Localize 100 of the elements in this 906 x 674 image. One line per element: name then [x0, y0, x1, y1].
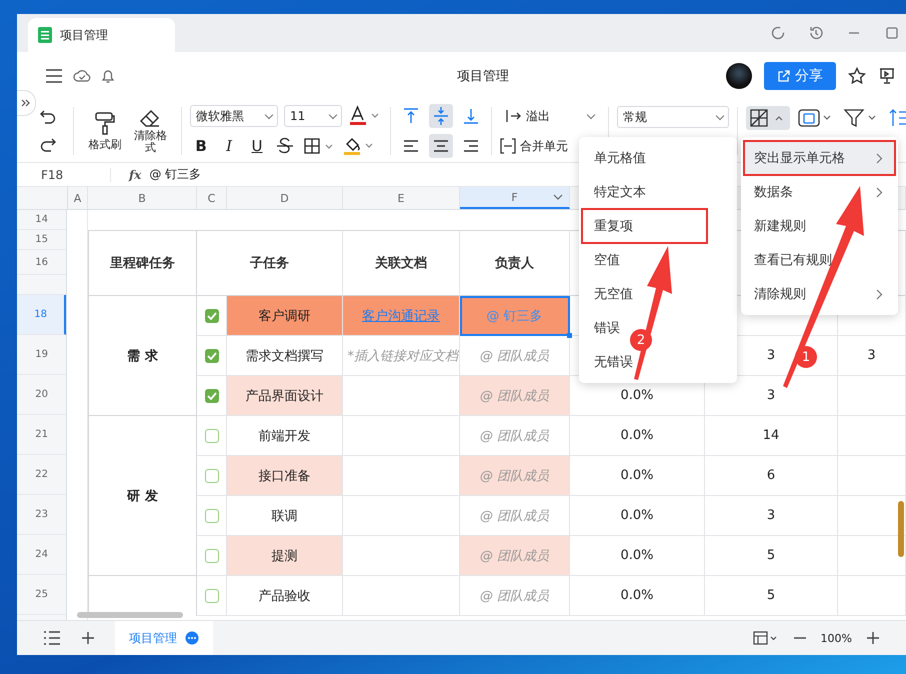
- bell-icon[interactable]: [101, 68, 115, 84]
- vertical-scrollbar[interactable]: [898, 501, 904, 557]
- checkbox[interactable]: [204, 348, 218, 362]
- column-header[interactable]: F: [460, 187, 570, 209]
- checkbox[interactable]: [204, 508, 218, 522]
- add-sheet-icon[interactable]: [81, 631, 95, 645]
- column-title: 里程碑任务: [88, 231, 197, 296]
- clear-format-button[interactable]: 清除格式: [128, 108, 174, 154]
- zoom-in-icon[interactable]: [866, 631, 880, 645]
- row-number[interactable]: 16: [17, 250, 66, 275]
- history-icon[interactable]: [808, 25, 824, 41]
- horizontal-scrollbar[interactable]: [77, 612, 183, 618]
- align-middle-icon[interactable]: [429, 104, 454, 128]
- formula-field[interactable]: @ 钉三多: [149, 166, 202, 183]
- menu-item[interactable]: 无空值: [582, 277, 645, 311]
- refresh-icon[interactable]: [770, 25, 786, 41]
- menu-item[interactable]: 查看已有规则: [744, 243, 895, 277]
- layout-icon[interactable]: [752, 631, 779, 645]
- cloud-check-icon[interactable]: [73, 69, 91, 83]
- double-chevron-icon: [21, 99, 31, 107]
- maximize-icon[interactable]: [884, 25, 900, 41]
- font-size-select[interactable]: 11: [284, 105, 342, 127]
- owner-cell: @ 团队成员: [460, 456, 570, 496]
- checkbox[interactable]: [204, 388, 218, 402]
- document-title: 项目管理: [457, 68, 509, 85]
- function-label: fx: [129, 168, 142, 182]
- row-number[interactable]: 18: [17, 295, 66, 335]
- checkbox[interactable]: [204, 548, 218, 562]
- menu-item[interactable]: 重复项: [582, 209, 707, 243]
- conditional-format-icon[interactable]: [746, 106, 790, 130]
- column-header[interactable]: D: [227, 187, 343, 209]
- paint-roller-icon: [94, 110, 116, 134]
- progress-cell: 0.0%: [570, 496, 705, 536]
- merge-cells-button[interactable]: 合并单元: [500, 138, 568, 154]
- subtask-cell: 接口准备: [227, 456, 343, 496]
- menu-item[interactable]: 数据条: [744, 175, 895, 209]
- document-tab[interactable]: 项目管理: [28, 18, 175, 52]
- avatar[interactable]: [726, 63, 752, 89]
- subtask-cell: 提测: [227, 536, 343, 576]
- column-header[interactable]: C: [197, 187, 227, 209]
- menu-item[interactable]: 单元格值: [582, 141, 658, 175]
- row-number[interactable]: 20: [17, 375, 66, 415]
- bold-button[interactable]: B: [190, 135, 212, 157]
- chevron-down-icon[interactable]: [553, 194, 563, 200]
- share-button[interactable]: 分享: [764, 62, 836, 90]
- redo-icon[interactable]: [39, 138, 57, 152]
- row-number[interactable]: 19: [17, 335, 66, 375]
- checkbox[interactable]: [204, 468, 218, 482]
- menu-item[interactable]: 新建规则: [744, 209, 895, 243]
- eraser-icon: [139, 108, 162, 128]
- owner-cell: @ 团队成员: [460, 576, 570, 616]
- overflow-icon: [506, 109, 522, 123]
- menu-item[interactable]: 清除规则: [744, 277, 895, 311]
- sheet-list-icon[interactable]: [43, 631, 61, 645]
- spreadsheet-icon: [38, 27, 52, 43]
- underline-button[interactable]: U: [246, 135, 268, 157]
- share-icon: [777, 70, 790, 82]
- days-cell: 5: [705, 576, 838, 616]
- subtask-cell: 产品验收: [227, 576, 343, 616]
- overflow-select[interactable]: 溢出: [500, 105, 600, 127]
- undo-icon[interactable]: [39, 110, 57, 124]
- column-header[interactable]: A: [68, 187, 88, 209]
- row-number[interactable]: 14: [17, 210, 66, 230]
- cell-reference[interactable]: F18: [17, 168, 111, 182]
- checkbox[interactable]: [204, 308, 218, 322]
- presentation-icon[interactable]: [878, 67, 896, 85]
- align-center-icon[interactable]: [429, 134, 454, 158]
- tab-title: 项目管理: [60, 26, 108, 44]
- checkbox[interactable]: [204, 588, 218, 602]
- row-number[interactable]: 22: [17, 455, 66, 495]
- star-icon[interactable]: [848, 67, 866, 85]
- menu-item[interactable]: 空值: [582, 243, 632, 277]
- format-painter-button[interactable]: 格式刷: [82, 110, 128, 152]
- milestone-name: 研 发: [127, 488, 158, 504]
- font-select[interactable]: 微软雅黑: [190, 105, 278, 127]
- column-header[interactable]: B: [88, 187, 197, 209]
- days-cell: 14: [705, 416, 838, 456]
- milestone-name: 需 求: [127, 348, 158, 364]
- days-cell: 5: [705, 536, 838, 576]
- number-format-select[interactable]: 常规: [616, 106, 729, 128]
- progress-cell: 0.0%: [570, 416, 705, 456]
- owner-cell: @ 钉三多: [460, 296, 570, 336]
- owner-cell: @ 团队成员: [460, 536, 570, 576]
- row-number[interactable]: 24: [17, 535, 66, 575]
- row-number[interactable]: 25: [17, 575, 66, 615]
- checkbox[interactable]: [204, 428, 218, 442]
- progress-cell: 0.0%: [570, 536, 705, 576]
- menu-icon[interactable]: [45, 69, 63, 83]
- merge-cells-icon: [500, 138, 516, 154]
- row-number[interactable]: 21: [17, 415, 66, 455]
- menu-item[interactable]: 突出显示单元格: [744, 141, 895, 175]
- expand-sidebar-button[interactable]: [17, 90, 36, 116]
- menu-item[interactable]: 特定文本: [582, 175, 658, 209]
- sheet-tab[interactable]: 项目管理: [115, 620, 213, 655]
- table-cell: 3: [838, 336, 906, 376]
- italic-button[interactable]: I: [218, 135, 240, 157]
- row-number[interactable]: 23: [17, 495, 66, 535]
- row-number[interactable]: 15: [17, 230, 66, 250]
- menu-item[interactable]: 错误: [582, 311, 632, 345]
- owner-cell: @ 团队成员: [460, 376, 570, 416]
